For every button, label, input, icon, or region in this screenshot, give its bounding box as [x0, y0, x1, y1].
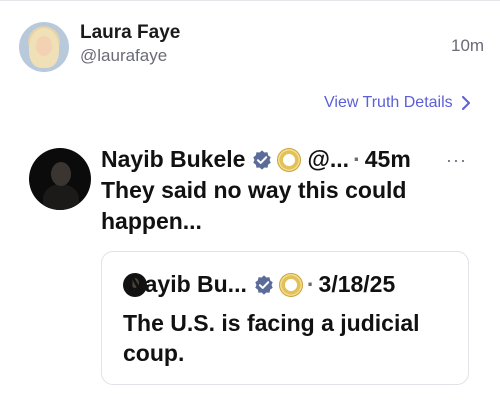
retruth-time: 45m: [364, 146, 411, 172]
retruth-avatar[interactable]: [29, 148, 91, 210]
avatar[interactable]: [19, 22, 69, 72]
retruth-author-name[interactable]: Nayib Bukele: [101, 146, 245, 173]
more-options-button[interactable]: ···: [446, 150, 467, 171]
retruth-text: They said no way this could happen...: [101, 177, 407, 234]
retruth-author-handle[interactable]: @...: [307, 146, 349, 173]
separator-dot: ·: [353, 146, 361, 172]
retruth-header: Nayib Bukele @... · 45m: [101, 146, 411, 173]
chevron-right-icon: [461, 96, 470, 110]
quoted-header: Nayib Bu... · 3/18/25: [52, 271, 395, 298]
view-details-link[interactable]: View Truth Details: [324, 94, 471, 112]
top-divider: [0, 0, 500, 1]
verified-badge-icon: [253, 149, 272, 170]
author-name[interactable]: Laura Faye: [80, 22, 180, 44]
separator-dot: ·: [306, 271, 315, 297]
quoted-author-name: Nayib Bu...: [128, 271, 247, 297]
quoted-date: 3/18/25: [318, 271, 396, 297]
verified-badge-icon: [255, 274, 273, 295]
post-time: 10m: [451, 36, 485, 55]
quoted-text: The U.S. is facing a judicial coup.: [123, 310, 420, 366]
author-handle[interactable]: @laurafaye: [80, 46, 167, 66]
el-salvador-seal-icon: [278, 272, 303, 297]
view-details-label: View Truth Details: [324, 94, 453, 111]
el-salvador-seal-icon: [277, 147, 302, 172]
